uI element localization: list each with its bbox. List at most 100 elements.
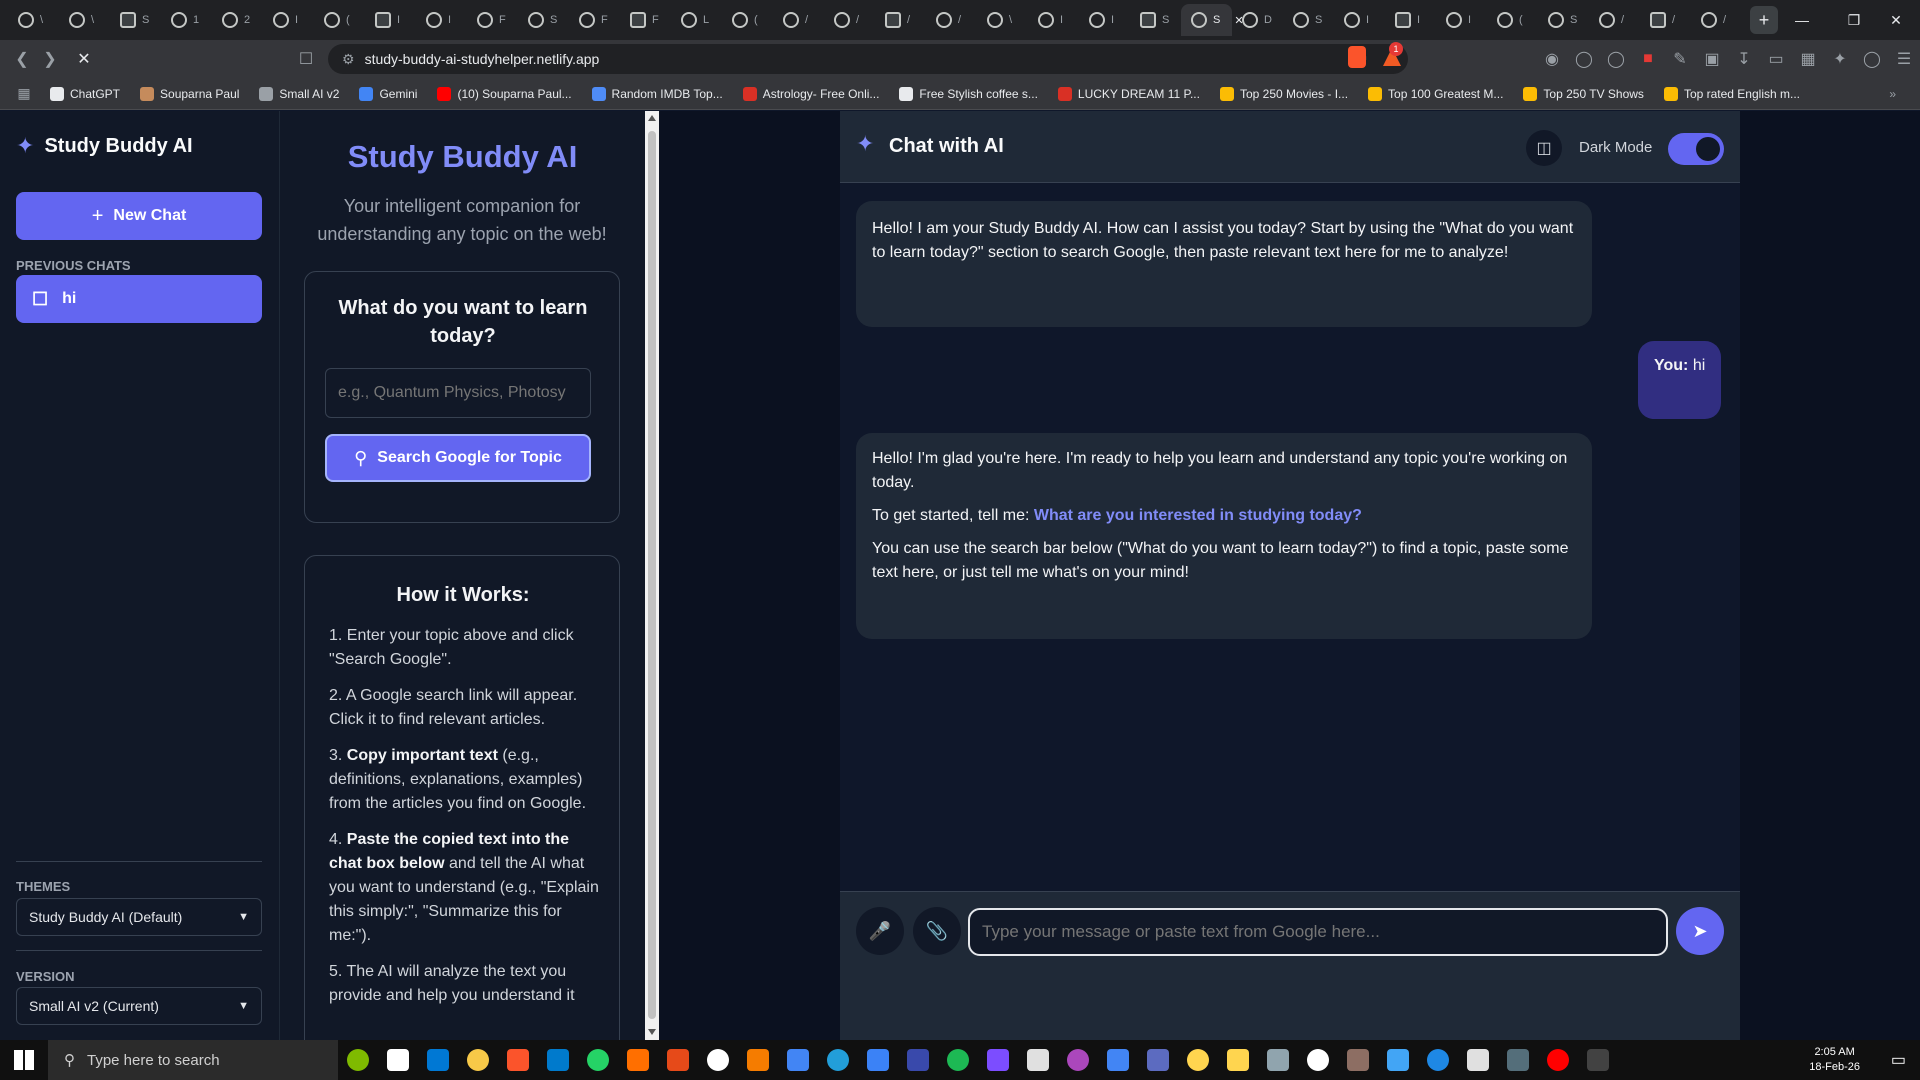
page-scrollbar[interactable]	[645, 111, 659, 1040]
taskbar-clock[interactable]: 2:05 AM 18-Feb-26	[1809, 1040, 1860, 1080]
bookmark-item[interactable]: Random IMDB Top...	[584, 81, 731, 107]
browser-tab[interactable]: 1	[161, 4, 212, 36]
taskbar-app-icon[interactable]	[978, 1040, 1018, 1080]
taskbar-app-icon[interactable]	[738, 1040, 778, 1080]
forward-icon[interactable]: ❯	[36, 45, 64, 73]
taskbar-app-icon[interactable]	[538, 1040, 578, 1080]
browser-tab[interactable]: S	[110, 4, 161, 36]
taskbar-app-icon[interactable]	[378, 1040, 418, 1080]
stop-loading-icon[interactable]: ✕	[70, 45, 98, 73]
message-input[interactable]	[968, 908, 1668, 956]
previous-chat-item[interactable]: ☐ hi	[16, 275, 262, 323]
browser-tab[interactable]: /	[1589, 4, 1640, 36]
browser-tab[interactable]: I	[1385, 4, 1436, 36]
new-chat-button[interactable]: + New Chat	[16, 192, 262, 240]
taskbar-app-icon[interactable]	[818, 1040, 858, 1080]
taskbar-app-icon[interactable]	[1538, 1040, 1578, 1080]
browser-tab[interactable]: I	[1079, 4, 1130, 36]
scroll-down-icon[interactable]	[648, 1029, 656, 1035]
taskbar-app-icon[interactable]	[1218, 1040, 1258, 1080]
taskbar-app-icon[interactable]	[938, 1040, 978, 1080]
bookmark-item[interactable]: Top rated English m...	[1656, 81, 1808, 107]
notifications-icon[interactable]: ▭	[1891, 1050, 1906, 1070]
browser-tab[interactable]: L	[671, 4, 722, 36]
brave-shield-icon[interactable]	[1348, 46, 1366, 68]
more-bookmarks-icon[interactable]: »	[1889, 87, 1896, 101]
taskbar-search[interactable]: ⚲ Type here to search	[48, 1040, 338, 1080]
attachment-icon[interactable]: 📎	[913, 907, 961, 955]
dark-mode-toggle[interactable]	[1668, 133, 1724, 165]
leo-ai-icon[interactable]: ✦	[1826, 45, 1854, 73]
windows-start-icon[interactable]	[0, 1040, 48, 1080]
download-icon[interactable]: ↧	[1730, 45, 1758, 73]
extensions-icon[interactable]: ✎	[1666, 45, 1694, 73]
browser-tab[interactable]: /	[1640, 4, 1691, 36]
tab-manager-icon[interactable]: ▣	[1698, 45, 1726, 73]
bookmark-item[interactable]: Top 100 Greatest M...	[1360, 81, 1511, 107]
blocker-extension-icon[interactable]: ■	[1634, 45, 1662, 73]
browser-tab[interactable]: /	[824, 4, 875, 36]
browser-tab[interactable]: I	[365, 4, 416, 36]
browser-tab[interactable]: S	[1130, 4, 1181, 36]
microphone-icon[interactable]: 🎤	[856, 907, 904, 955]
wallet-icon[interactable]: ▦	[1794, 45, 1822, 73]
browser-tab[interactable]: D	[1232, 4, 1283, 36]
browser-tab[interactable]: \	[977, 4, 1028, 36]
browser-tab[interactable]: I	[1334, 4, 1385, 36]
browser-tab[interactable]: (	[1487, 4, 1538, 36]
send-icon[interactable]: ➤	[1676, 907, 1724, 955]
browser-tab[interactable]: F	[569, 4, 620, 36]
minimize-icon[interactable]: —	[1776, 0, 1828, 40]
browser-tab[interactable]: I	[263, 4, 314, 36]
taskbar-app-icon[interactable]	[1458, 1040, 1498, 1080]
search-google-button[interactable]: ⚲ Search Google for Topic	[325, 434, 591, 482]
bookmark-item[interactable]: Astrology- Free Onli...	[735, 81, 888, 107]
taskbar-app-icon[interactable]	[1578, 1040, 1618, 1080]
browser-tab[interactable]: F	[467, 4, 518, 36]
browser-tab[interactable]: /	[773, 4, 824, 36]
bookmark-item[interactable]: LUCKY DREAM 11 P...	[1050, 81, 1208, 107]
taskbar-app-icon[interactable]	[418, 1040, 458, 1080]
apps-grid-icon[interactable]: ▦	[10, 80, 38, 108]
sidebar-toggle-icon[interactable]: ▭	[1762, 45, 1790, 73]
tab-active[interactable]: S ✕	[1181, 4, 1244, 36]
browser-tab[interactable]: \	[8, 4, 59, 36]
new-tab-button[interactable]: +	[1750, 6, 1778, 34]
menu-icon[interactable]: ☰	[1890, 45, 1918, 73]
taskbar-app-icon[interactable]	[1098, 1040, 1138, 1080]
browser-tab[interactable]: (	[722, 4, 773, 36]
browser-tab[interactable]: /	[875, 4, 926, 36]
site-info-icon[interactable]: ⚙	[342, 51, 355, 68]
taskbar-app-icon[interactable]	[1058, 1040, 1098, 1080]
address-bar[interactable]: ⚙ study-buddy-ai-studyhelper.netlify.app…	[328, 44, 1408, 74]
topic-input[interactable]	[325, 368, 591, 418]
taskbar-app-icon[interactable]	[1018, 1040, 1058, 1080]
taskbar-app-icon[interactable]	[578, 1040, 618, 1080]
browser-tab[interactable]: F	[620, 4, 671, 36]
bookmark-item[interactable]: Top 250 Movies - I...	[1212, 81, 1356, 107]
taskbar-app-icon[interactable]	[338, 1040, 378, 1080]
browser-tab[interactable]: I	[1436, 4, 1487, 36]
browser-tab[interactable]: \	[59, 4, 110, 36]
bookmark-item[interactable]: Souparna Paul	[132, 81, 247, 107]
vpn-icon[interactable]: ◯	[1858, 45, 1886, 73]
scrollbar-thumb[interactable]	[648, 131, 656, 1019]
taskbar-app-icon[interactable]	[1258, 1040, 1298, 1080]
bookmark-item[interactable]: Top 250 TV Shows	[1515, 81, 1652, 107]
browser-tab[interactable]: /	[1691, 4, 1742, 36]
taskbar-app-icon[interactable]	[1498, 1040, 1538, 1080]
bookmark-icon[interactable]: ☐	[292, 45, 320, 73]
shield-extension-icon[interactable]: ◯	[1570, 45, 1598, 73]
taskbar-app-icon[interactable]	[658, 1040, 698, 1080]
taskbar-app-icon[interactable]	[1178, 1040, 1218, 1080]
scroll-up-icon[interactable]	[648, 115, 656, 121]
taskbar-app-icon[interactable]	[1138, 1040, 1178, 1080]
taskbar-app-icon[interactable]	[1418, 1040, 1458, 1080]
taskbar-app-icon[interactable]	[1298, 1040, 1338, 1080]
browser-tab[interactable]: 2	[212, 4, 263, 36]
camera-extension-icon[interactable]: ◉	[1538, 45, 1566, 73]
taskbar-app-icon[interactable]	[458, 1040, 498, 1080]
browser-tab[interactable]: I	[416, 4, 467, 36]
browser-tab[interactable]: S	[1283, 4, 1334, 36]
bookmark-item[interactable]: Free Stylish coffee s...	[891, 81, 1046, 107]
